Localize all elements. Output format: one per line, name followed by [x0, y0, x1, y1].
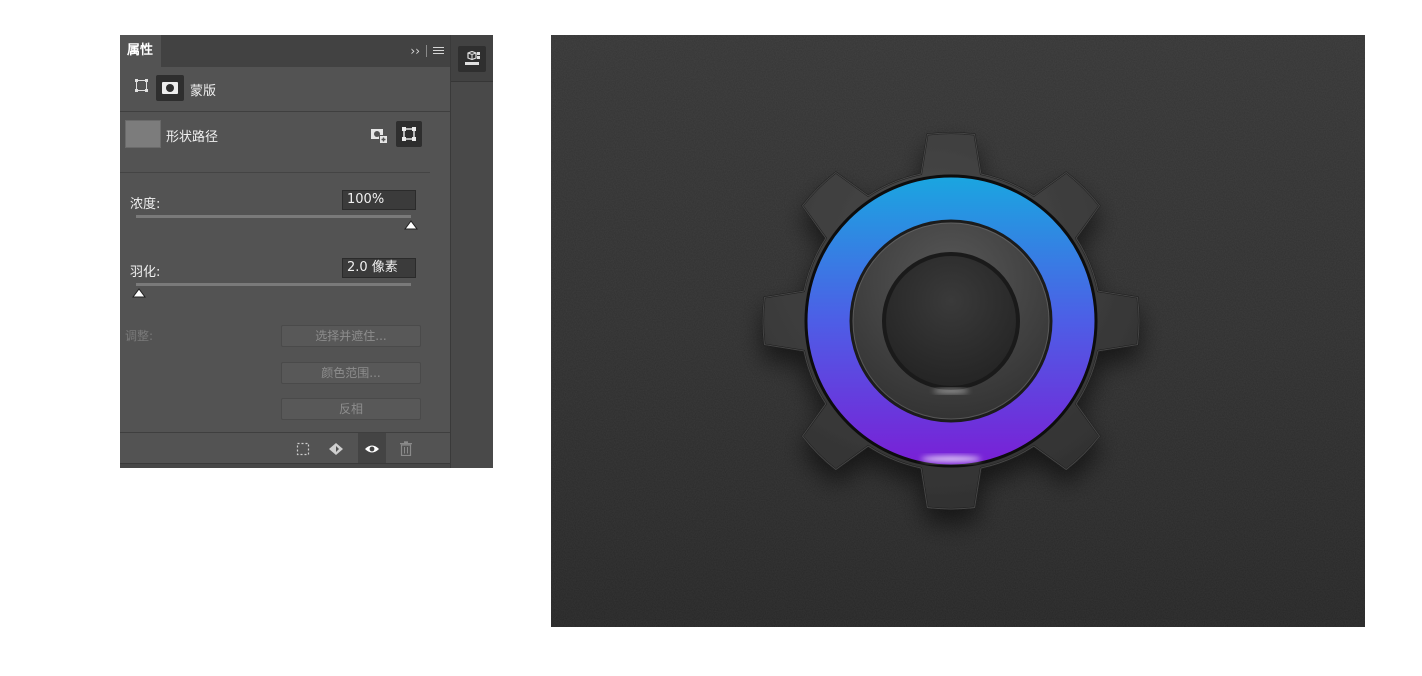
pixel-mask-icon[interactable]	[135, 79, 148, 92]
mask-type-row: 蒙版	[120, 67, 450, 112]
select-vector-mask-icon[interactable]	[396, 121, 422, 147]
eye-icon[interactable]	[358, 433, 386, 464]
panel-resize-footer	[120, 463, 450, 468]
panel-controls: ››	[410, 35, 444, 67]
mask-type-label: 蒙版	[190, 84, 217, 99]
dock-strip-header	[451, 35, 493, 82]
trash-icon[interactable]	[392, 433, 420, 464]
gear-settings-icon	[551, 35, 1365, 627]
apply-mask-icon[interactable]	[322, 433, 350, 464]
layer-name: 形状路径	[166, 130, 219, 145]
tab-properties[interactable]: 属性	[120, 35, 161, 67]
hole-highlight	[933, 389, 969, 393]
layer-thumbnail	[125, 120, 161, 148]
feather-slider-track[interactable]	[136, 283, 411, 286]
feather-input[interactable]: 2.0 像素	[342, 258, 416, 278]
panel-menu-icon[interactable]	[433, 47, 444, 55]
density-slider-thumb[interactable]	[404, 220, 418, 230]
invert-button[interactable]: 反相	[281, 398, 421, 420]
dock-strip	[450, 35, 493, 468]
3d-panel-icon[interactable]	[458, 46, 486, 72]
ring-bottom-highlight	[921, 456, 981, 462]
density-label: 浓度:	[130, 197, 161, 212]
feather-slider-thumb[interactable]	[131, 288, 146, 298]
center-hole	[882, 252, 1020, 390]
select-and-mask-button[interactable]: 选择并遮住...	[281, 325, 421, 347]
divider	[426, 45, 427, 57]
vector-mask-icon[interactable]	[156, 75, 184, 101]
adjust-label: 调整:	[125, 329, 154, 343]
load-selection-icon[interactable]	[289, 433, 317, 464]
color-range-button[interactable]: 颜色范围...	[281, 362, 421, 384]
density-slider-track[interactable]	[136, 215, 411, 218]
panel-tab-bar: 属性 ››	[120, 35, 450, 67]
layer-row: 形状路径	[120, 112, 430, 173]
panel-bottom-toolbar	[120, 432, 450, 464]
density-input[interactable]: 100%	[342, 190, 416, 210]
feather-label: 羽化:	[130, 265, 161, 280]
collapse-panel-button[interactable]: ››	[410, 44, 420, 58]
properties-panel: 属性 ›› 蒙版 形状路径 浓度: 100% 羽化: 2.0 像素 调整: 选择…	[120, 35, 493, 468]
add-mask-icon[interactable]	[368, 124, 390, 146]
